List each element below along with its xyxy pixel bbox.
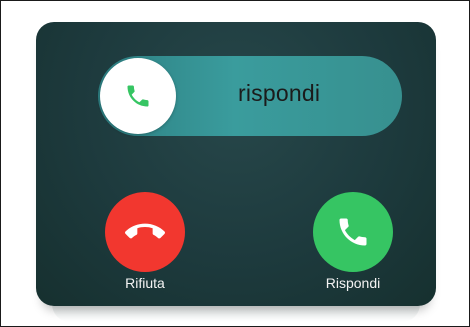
accept-label: Rispondi [325,275,381,291]
accept-button[interactable] [313,192,393,272]
incoming-call-screen: rispondi Rifiuta Rispondi [36,22,436,306]
slide-to-answer[interactable]: rispondi [98,56,402,136]
slider-label: rispondi [238,80,321,106]
phone-hangup-icon [125,212,165,252]
decline-button[interactable] [105,192,185,272]
phone-icon [335,214,371,250]
phone-icon [124,82,152,110]
slider-knob[interactable] [100,58,176,134]
decline-label: Rifiuta [125,275,165,291]
